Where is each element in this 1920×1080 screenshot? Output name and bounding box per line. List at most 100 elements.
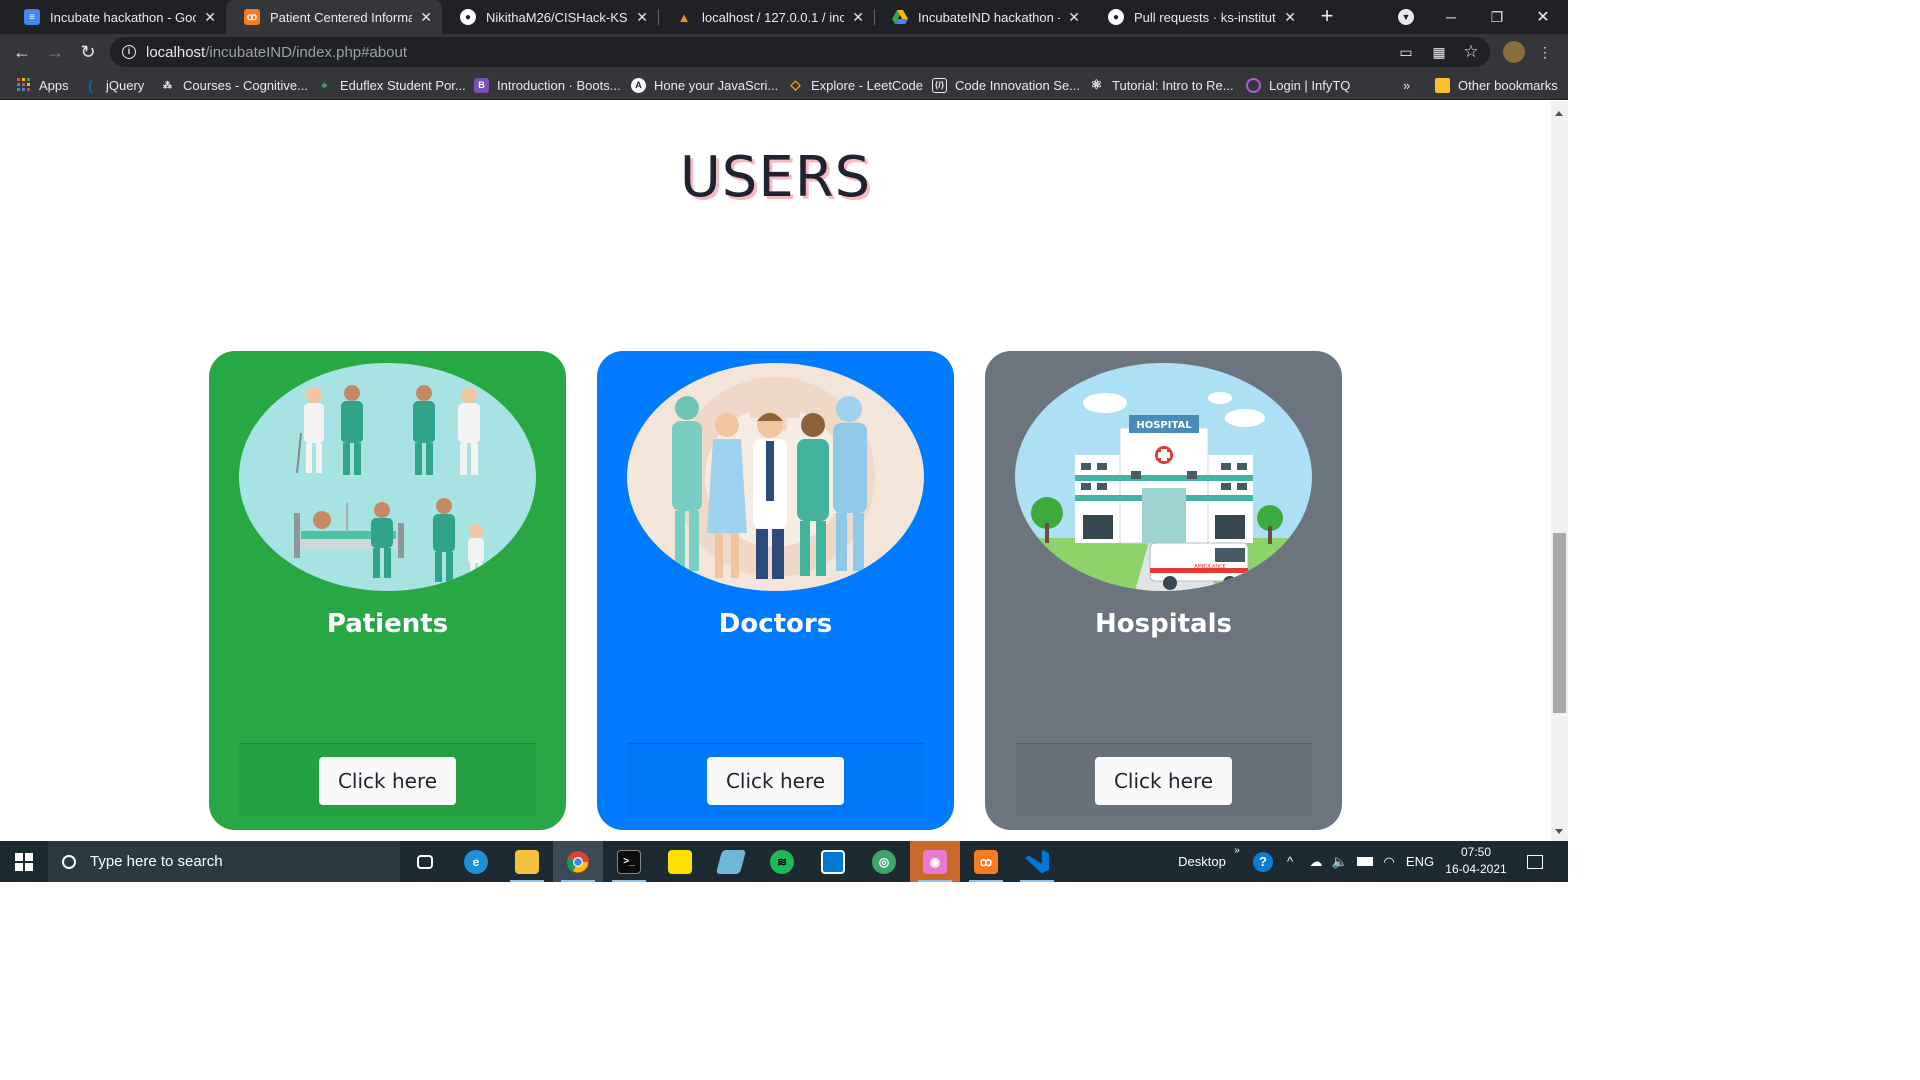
patients-card: Patients Click here (209, 351, 566, 830)
bookmark-label: jQuery (106, 77, 145, 93)
bookmark-bootstrap[interactable]: B Introduction · Boots... (474, 76, 621, 94)
windows-logo-icon (15, 852, 33, 871)
bootstrap-icon: B (474, 77, 489, 93)
tab-phpmyadmin[interactable]: ▲ localhost / 127.0.0.1 / incub ✕ (658, 0, 874, 34)
tab-incubate-docs[interactable]: ≡ Incubate hackathon - Googl ✕ (6, 0, 226, 34)
volume-icon[interactable]: 🔈 (1330, 841, 1350, 882)
onedrive-cloud-icon[interactable]: ☁ (1304, 841, 1328, 882)
new-tab-button[interactable]: + (1316, 4, 1338, 28)
taskbar-vscode[interactable] (1012, 841, 1062, 882)
wifi-icon[interactable]: ◠ (1378, 841, 1400, 882)
taskbar-app-box[interactable] (808, 841, 858, 882)
taskbar-edge[interactable]: e (451, 841, 501, 882)
taskbar-sticky-notes[interactable] (655, 841, 705, 882)
xampp-icon: ꝏ (974, 849, 998, 874)
scrollbar-thumb[interactable] (1553, 533, 1566, 713)
tab-pull-requests[interactable]: ● Pull requests · ks-institute-t ✕ (1090, 0, 1306, 34)
language-indicator[interactable]: ENG (1404, 841, 1436, 882)
overflow-label: » (1403, 77, 1411, 93)
toolbar-expand-icon[interactable]: » (1230, 841, 1244, 882)
bookmark-code-innovation[interactable]: ⟨/⟩ Code Innovation Se... (932, 76, 1080, 94)
tab-github-cishack[interactable]: ● NikithaM26/CISHack-KSIT ✕ (442, 0, 658, 34)
back-button[interactable]: ← (10, 40, 34, 64)
tab-google-drive[interactable]: IncubateIND hackathon - G ✕ (874, 0, 1090, 34)
bookmark-react-tutorial[interactable]: ⚛ Tutorial: Intro to Re... (1089, 76, 1234, 94)
react-icon: ⚛ (1090, 77, 1103, 92)
tab-patient-centered[interactable]: ꝏ Patient Centered Informatio ✕ (226, 0, 442, 34)
taskbar-snip[interactable] (706, 841, 756, 882)
bookmark-jquery[interactable]: (jQuery (83, 76, 144, 94)
desktop-toolbar[interactable]: Desktop (1172, 841, 1232, 882)
github-icon: ● (460, 9, 476, 25)
bookmark-infytq[interactable]: Login | InfyTQ (1246, 76, 1350, 94)
bookmark-leetcode[interactable]: ◇ Explore - LeetCode (788, 76, 924, 94)
extension-icon[interactable]: ▦ (1430, 43, 1448, 61)
clock-date: 16-04-2021 (1445, 862, 1507, 876)
restore-button[interactable]: ❐ (1474, 0, 1520, 34)
close-tab-icon[interactable]: ✕ (1068, 9, 1080, 26)
taskbar-search-box[interactable]: Type here to search (48, 841, 400, 882)
bookmark-codewars[interactable]: A Hone your JavaScri... (631, 76, 778, 94)
search-placeholder: Type here to search (90, 853, 223, 870)
scroll-down-arrow-icon[interactable] (1555, 829, 1563, 834)
hospitals-click-button[interactable]: Click here (1095, 757, 1232, 805)
bookmark-label: Introduction · Boots... (497, 77, 621, 93)
start-button[interactable] (0, 841, 48, 882)
tab-title: IncubateIND hackathon - G (918, 9, 1061, 25)
patients-click-button[interactable]: Click here (319, 757, 456, 805)
language-label: ENG (1405, 854, 1435, 869)
close-tab-icon[interactable]: ✕ (636, 9, 648, 26)
card-title: Hospitals (1095, 609, 1232, 639)
taskbar-file-explorer[interactable] (502, 841, 552, 882)
apps-grid-icon (16, 78, 31, 93)
profile-avatar[interactable] (1503, 41, 1525, 63)
taskbar-xampp[interactable]: ꝏ (961, 841, 1011, 882)
bookmark-label: Eduflex Student Por... (340, 77, 466, 93)
taskbar-terminal[interactable]: >_ (604, 841, 654, 882)
bookmark-eduflex[interactable]: ♣ Eduflex Student Por... (317, 76, 466, 94)
minimize-button[interactable]: ─ (1428, 0, 1474, 34)
taskbar-spotify[interactable]: ≋ (757, 841, 807, 882)
code-page-icon: ⟨/⟩ (932, 77, 947, 93)
help-icon[interactable]: ? (1250, 841, 1276, 882)
taskbar-chrome[interactable] (553, 841, 603, 882)
task-view-button[interactable] (400, 841, 450, 882)
close-tab-icon[interactable]: ✕ (852, 9, 864, 26)
notifications-icon[interactable] (1520, 841, 1550, 882)
bookmark-cognitive[interactable]: ⁂ Courses - Cognitive... (160, 76, 308, 94)
hospitals-card: HOSPITAL AMBULANCE Hospitals Click here (985, 351, 1342, 830)
bookmark-label: Tutorial: Intro to Re... (1112, 77, 1234, 93)
bookmark-label: Code Innovation Se... (955, 77, 1081, 93)
page-scrollbar[interactable] (1551, 101, 1568, 841)
close-tab-icon[interactable]: ✕ (204, 9, 216, 26)
bookmarks-overflow-button[interactable]: » (1403, 76, 1410, 94)
doctors-illustration (627, 363, 924, 591)
taskbar-globe-app[interactable]: ◎ (859, 841, 909, 882)
cognitive-class-icon: ⁂ (163, 79, 172, 90)
forward-button[interactable]: → (43, 40, 67, 64)
tab-search-button[interactable]: ▼ (1383, 0, 1429, 34)
system-clock[interactable]: 07:50 16-04-2021 (1436, 844, 1516, 878)
reload-button[interactable]: ↻ (76, 40, 100, 64)
folder-icon (1435, 77, 1450, 93)
other-bookmarks[interactable]: Other bookmarks (1435, 76, 1558, 94)
browser-tab-bar: ≡ Incubate hackathon - Googl ✕ ꝏ Patient… (0, 0, 1568, 34)
close-tab-icon[interactable]: ✕ (420, 9, 432, 26)
menu-kebab-icon[interactable]: ⋮ (1536, 43, 1554, 61)
address-bar[interactable]: i localhost/incubateIND/index.php#about (110, 37, 1490, 67)
tray-expand-chevron-icon[interactable]: ^ (1280, 841, 1300, 882)
close-tab-icon[interactable]: ✕ (1284, 9, 1296, 26)
doctors-click-button[interactable]: Click here (707, 757, 844, 805)
bookmark-star-icon[interactable]: ☆ (1462, 42, 1480, 61)
info-icon[interactable]: i (122, 45, 136, 59)
app-box-icon (821, 849, 845, 874)
battery-icon[interactable] (1354, 841, 1376, 882)
cast-icon[interactable]: ▭ (1397, 43, 1415, 61)
windows-taskbar: Type here to search e >_ ≋ ◎ ◉ ꝏ Desktop… (0, 841, 1568, 882)
codewars-icon: A (631, 77, 646, 93)
close-window-button[interactable]: ✕ (1520, 0, 1566, 34)
scroll-up-arrow-icon[interactable] (1555, 111, 1563, 116)
taskbar-game-app[interactable]: ◉ (910, 841, 960, 882)
card-title: Patients (326, 609, 449, 639)
bookmark-apps[interactable]: Apps (16, 76, 69, 94)
